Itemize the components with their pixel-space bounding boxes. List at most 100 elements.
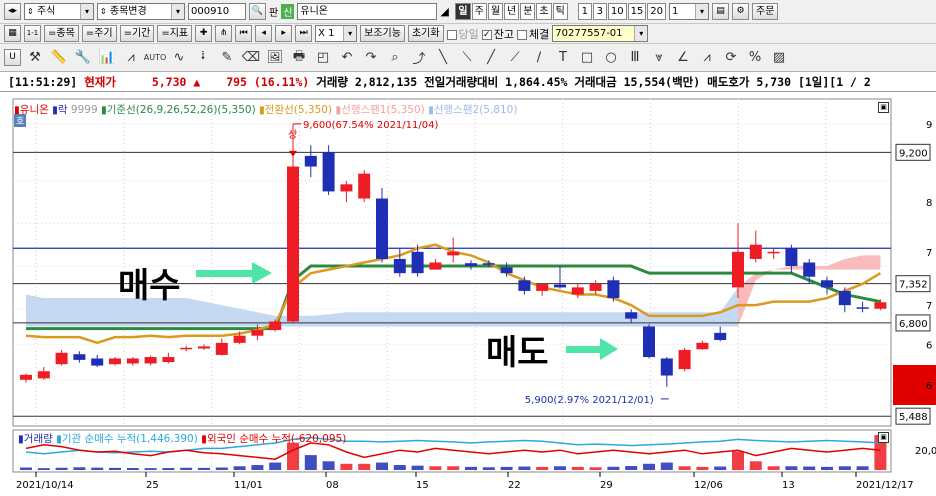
volume-bar: [732, 451, 744, 470]
account-value: 70277557-01: [555, 28, 623, 39]
gear-icon[interactable]: ⚙: [732, 3, 750, 20]
up-arrow-icon: ▲: [193, 75, 201, 89]
interval-value: 1: [672, 6, 679, 17]
scroll-right-icon[interactable]: ▸: [275, 25, 293, 42]
pen-icon[interactable]: ✎: [217, 48, 237, 68]
auto-icon[interactable]: AUTO: [144, 48, 167, 68]
period-button-4[interactable]: 분: [520, 3, 536, 20]
account-select[interactable]: 70277557-01 ▾: [552, 25, 649, 42]
period-button-3[interactable]: 년: [504, 3, 520, 20]
indicator-button[interactable]: =지표: [157, 25, 193, 42]
interval-button-2[interactable]: 10: [607, 3, 627, 20]
window-icon[interactable]: ◰: [313, 48, 333, 68]
secondary-toolbar: ▦ 1-1 =종목 =주기 =기간 =지표 ✚ ⋔ ⏮ ◂ ▸ ⏭ X 1 ▾ 보…: [0, 24, 936, 44]
y-label: 9,200: [899, 148, 928, 159]
aux-function-button[interactable]: 보조기능: [360, 25, 405, 42]
maximize-sub-icon[interactable]: ▣: [878, 432, 889, 443]
zoom-icon[interactable]: ⌕: [385, 48, 405, 68]
line-icon[interactable]: ⟋: [505, 48, 525, 68]
ruler-icon[interactable]: 📏: [49, 48, 69, 68]
angle-icon[interactable]: ∠: [673, 48, 693, 68]
candle-body: [73, 354, 86, 360]
stock-name-field[interactable]: 유니온: [297, 3, 438, 20]
volume-bar: [55, 467, 68, 470]
order-button[interactable]: 주문: [752, 3, 779, 20]
fan-icon[interactable]: ⩔: [649, 48, 669, 68]
chart-panel[interactable]: 9,600(67.54% 2021/11/04) 상 5,900(2.97% 202…: [0, 92, 936, 496]
period-button-2[interactable]: 월: [487, 3, 504, 20]
zoom-select[interactable]: X 1 ▾: [315, 25, 358, 42]
x-label: 2021/10/14: [16, 480, 74, 491]
period-button-6[interactable]: 틱: [552, 3, 568, 20]
maximize-main-icon[interactable]: ▣: [878, 102, 889, 113]
layout-icon[interactable]: 1-1: [24, 25, 41, 42]
change-item-select[interactable]: ⇕ 종목변경 ▾: [97, 3, 185, 20]
scroll-left-icon[interactable]: ◂: [255, 25, 273, 42]
line2-icon[interactable]: ∕: [529, 48, 549, 68]
candle-body: [465, 263, 477, 267]
market-select[interactable]: ⇕ 주식 ▾: [24, 3, 94, 20]
crosshair-icon[interactable]: ✚: [195, 25, 213, 42]
interval-button-0[interactable]: 1: [577, 3, 592, 20]
interval-button-3[interactable]: 15: [627, 3, 647, 20]
chart-analysis-icon[interactable]: 📊: [97, 48, 117, 68]
interval-button-4[interactable]: 20: [647, 3, 667, 20]
cycle-icon[interactable]: ⟳: [721, 48, 741, 68]
price-change-pct: (16.11%): [253, 75, 310, 89]
text-icon[interactable]: T: [553, 48, 573, 68]
tool-icon[interactable]: ⚒: [25, 48, 45, 68]
balance-checkbox[interactable]: ✓ 잔고: [481, 26, 514, 42]
bars-icon[interactable]: Ⅲ: [625, 48, 645, 68]
sub-legend: ▮거래량 ▮기관 순매수 누적(1,446,390) ▮외국인 순매수 누적(-…: [18, 433, 347, 445]
save-icon[interactable]: ▤: [712, 3, 730, 20]
candle-body: [126, 358, 139, 364]
cursor-icon[interactable]: ⭭: [193, 48, 213, 68]
interval-button-1[interactable]: 3: [592, 3, 607, 20]
fork-icon[interactable]: ⋔: [215, 25, 233, 42]
line-down2-icon[interactable]: ⟍: [457, 48, 477, 68]
image-icon[interactable]: 🖼: [265, 48, 285, 68]
pattern-icon[interactable]: ⩘: [121, 48, 141, 68]
reset-button[interactable]: 초기화: [407, 25, 444, 42]
volume-bar: [465, 466, 477, 470]
collapse-icon[interactable]: U: [4, 49, 21, 66]
wrench-icon[interactable]: 🔧: [73, 48, 93, 68]
trend-icon[interactable]: ⤴: [409, 48, 429, 68]
code-input[interactable]: 000910: [188, 3, 246, 20]
period-button-0[interactable]: 일: [455, 3, 471, 20]
cycle-button[interactable]: =주기: [81, 25, 117, 42]
scroll-right-end-icon[interactable]: ⏭: [295, 25, 313, 42]
item-button[interactable]: =종목: [44, 25, 79, 42]
volume-bar: [251, 465, 264, 470]
period-button-1[interactable]: 주: [471, 3, 487, 20]
line-up-icon[interactable]: ╱: [481, 48, 501, 68]
scroll-left-end-icon[interactable]: ⏮: [235, 25, 253, 42]
y-tick: 6: [926, 381, 932, 392]
redo-icon[interactable]: ↷: [361, 48, 381, 68]
hoga-badge[interactable]: 호: [14, 114, 27, 127]
wave-icon[interactable]: ∿: [169, 48, 189, 68]
search-icon[interactable]: 🔍: [249, 3, 266, 20]
grid-icon[interactable]: ▦: [4, 25, 21, 42]
rect-icon[interactable]: □: [577, 48, 597, 68]
period-button[interactable]: =기간: [119, 25, 155, 42]
undo-icon[interactable]: ↶: [337, 48, 357, 68]
volume-bar: [162, 468, 175, 470]
today-checkbox[interactable]: 당일: [446, 26, 479, 42]
hatch-icon[interactable]: ▨: [769, 48, 789, 68]
interval-input[interactable]: 1 ▾: [669, 3, 710, 20]
circle-icon[interactable]: ○: [601, 48, 621, 68]
gann-icon[interactable]: ⩘: [697, 48, 717, 68]
period-button-5[interactable]: 초: [536, 3, 552, 20]
print-icon[interactable]: 🖶: [289, 48, 309, 68]
candle-body: [251, 330, 264, 336]
nav-arrows-icon[interactable]: ◂▸: [4, 3, 21, 20]
line-down-icon[interactable]: ╲: [433, 48, 453, 68]
trade-checkbox[interactable]: 체결: [517, 26, 549, 42]
main-toolbar: ◂▸ ⇕ 주식 ▾ ⇕ 종목변경 ▾ 000910 🔍 판 신 유니온 ◢ 일주월년…: [0, 0, 936, 24]
percent-icon[interactable]: %: [745, 48, 765, 68]
eraser-icon[interactable]: ⌫: [241, 48, 261, 68]
volume-bar: [856, 466, 869, 470]
pan-label[interactable]: 판: [269, 4, 278, 19]
sin-badge[interactable]: 신: [281, 4, 295, 19]
